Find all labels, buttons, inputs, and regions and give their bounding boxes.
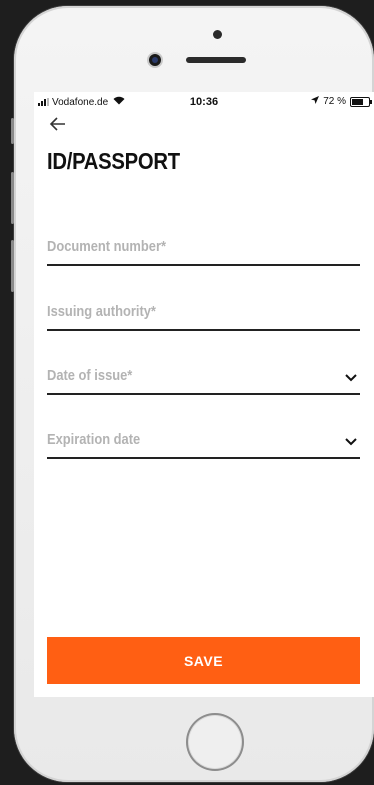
earpiece-speaker xyxy=(186,57,246,63)
chevron-down-icon[interactable] xyxy=(344,370,358,384)
document-number-placeholder: Document number* xyxy=(47,238,166,255)
status-bar: Vodafone.de 10:36 72 % xyxy=(34,92,374,112)
date-of-issue-placeholder: Date of issue* xyxy=(47,367,133,384)
location-arrow-icon xyxy=(311,96,320,107)
expiration-date-placeholder: Expiration date xyxy=(47,431,141,448)
home-button[interactable] xyxy=(186,713,244,771)
battery-icon xyxy=(350,96,372,107)
volume-down-button xyxy=(11,240,14,292)
front-camera xyxy=(149,54,161,66)
battery-percent: 72 % xyxy=(323,96,346,107)
save-button[interactable]: SAVE xyxy=(47,637,360,684)
page-title: ID/PASSPORT xyxy=(47,148,180,174)
issuing-authority-field[interactable]: Issuing authority* xyxy=(47,299,360,331)
expiration-date-select[interactable]: Expiration date xyxy=(47,427,360,459)
chevron-down-icon[interactable] xyxy=(344,434,358,448)
proximity-sensor xyxy=(213,30,222,39)
status-right: 72 % xyxy=(311,96,372,107)
document-number-field[interactable]: Document number* xyxy=(47,234,360,266)
mute-switch xyxy=(11,118,14,144)
date-of-issue-select[interactable]: Date of issue* xyxy=(47,363,360,395)
issuing-authority-placeholder: Issuing authority* xyxy=(47,303,156,320)
volume-up-button xyxy=(11,172,14,224)
app-screen: Vodafone.de 10:36 72 % ID/PASSPORT Docum… xyxy=(34,92,374,697)
arrow-left-icon[interactable] xyxy=(48,114,72,138)
